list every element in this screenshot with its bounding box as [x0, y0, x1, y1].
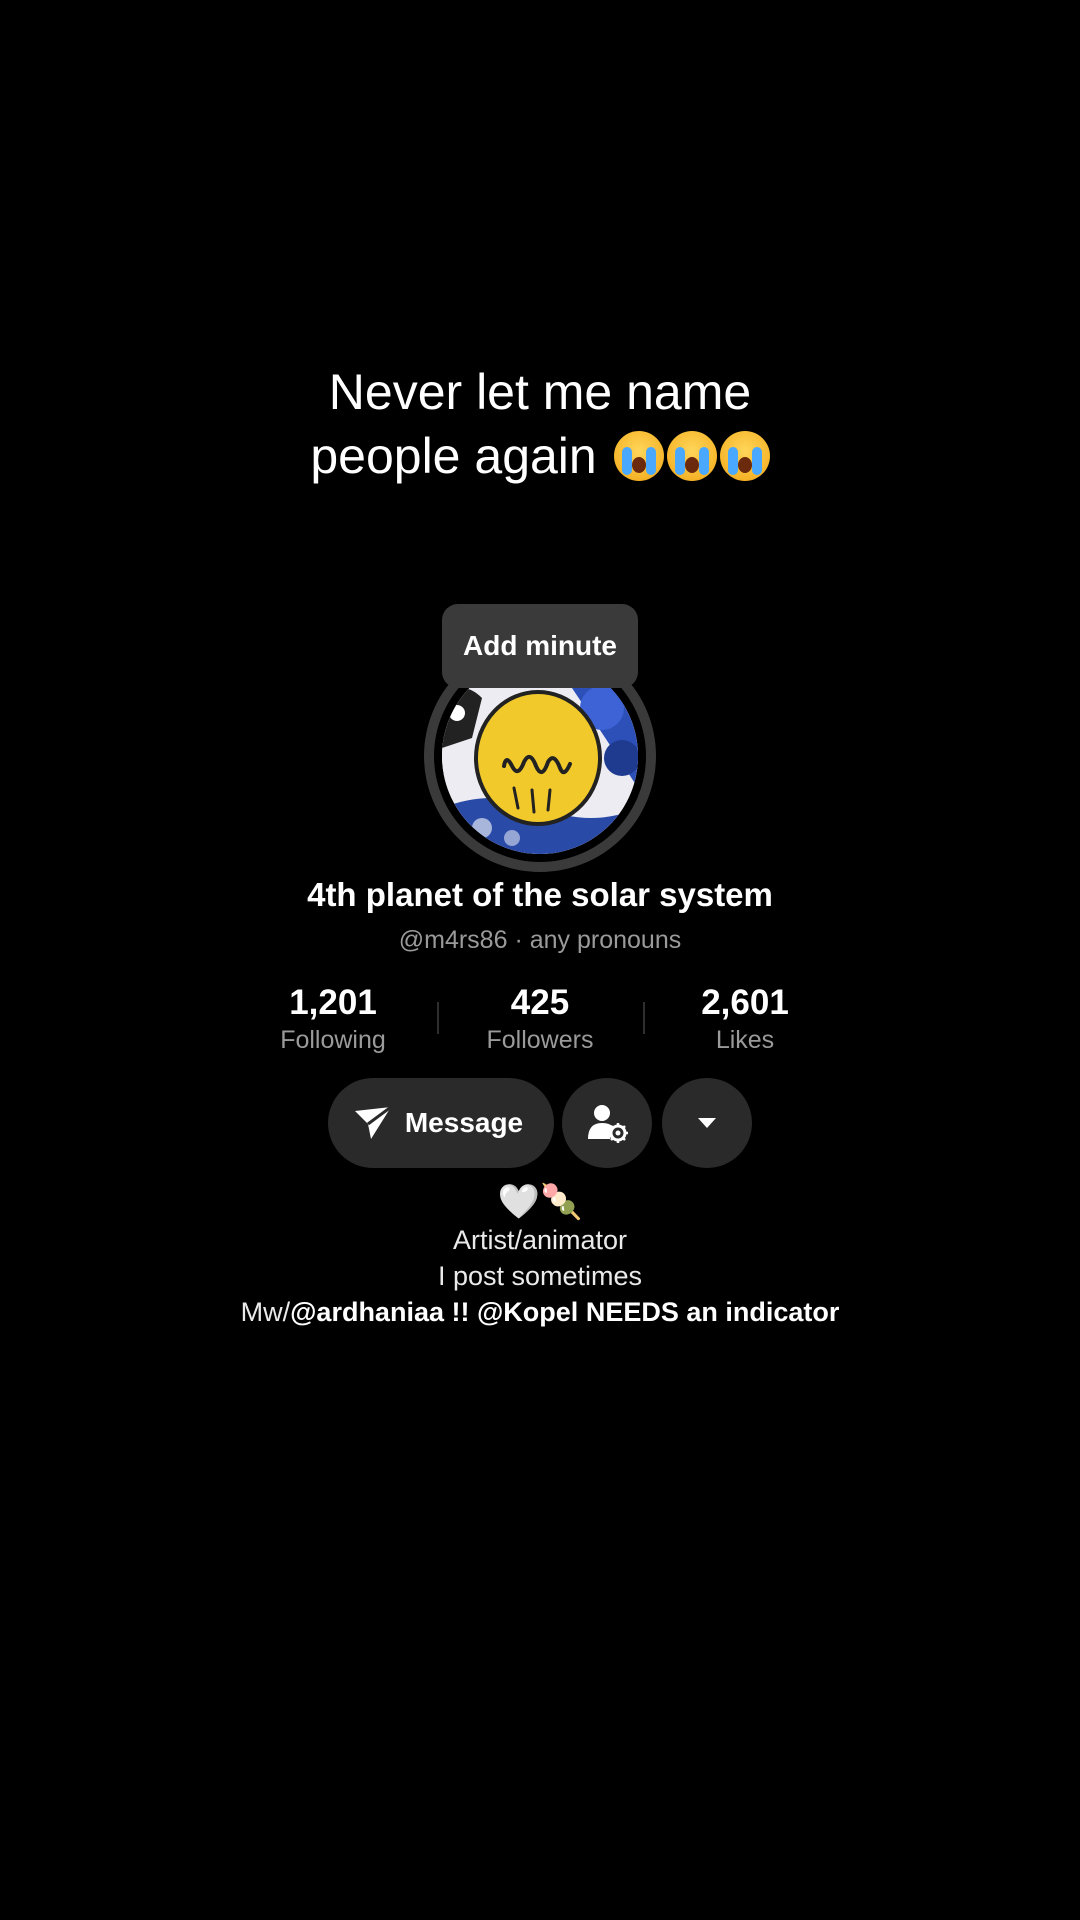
caption-line-2: people again — [0, 424, 1080, 488]
stat-likes[interactable]: 2,601 Likes — [645, 982, 845, 1056]
profile-name: 4th planet of the solar system — [307, 876, 773, 913]
profile-bio: 🤍🍡 Artist/animator I post sometimes Mw/@… — [0, 1182, 1080, 1330]
mention-ardhaniaa[interactable]: @ardhaniaa — [290, 1297, 444, 1327]
followers-label: Followers — [486, 1026, 594, 1054]
separator: · — [514, 926, 523, 954]
bio-suffix: NEEDS an indicator — [578, 1297, 840, 1327]
message-button[interactable]: Message — [328, 1078, 554, 1168]
bio-middle: !! — [443, 1297, 477, 1327]
message-label: Message — [404, 1107, 524, 1138]
caption-line-2-text: people again — [310, 428, 597, 484]
bio-line-1: Artist/animator — [452, 1225, 628, 1255]
stat-followers[interactable]: 425 Followers — [440, 982, 640, 1056]
video-caption: Never let me name people again — [0, 360, 1080, 488]
add-minute-tooltip[interactable]: Add minute — [442, 604, 638, 688]
profile-stats: 1,201 Following 425 Followers 2,601 Like… — [0, 982, 1080, 1062]
caption-line-1: Never let me name — [328, 364, 752, 420]
crying-face-icon — [613, 431, 664, 481]
bio-line-3: Mw/@ardhaniaa !! @Kopel NEEDS an indicat… — [0, 1294, 1080, 1330]
profile-pronouns: any pronouns — [529, 926, 682, 954]
paper-plane-icon — [354, 1105, 392, 1139]
followers-count: 425 — [510, 983, 570, 1022]
bio-prefix: Mw/ — [240, 1297, 291, 1327]
user-gear-icon — [588, 1105, 628, 1143]
mention-kopel[interactable]: @Kopel — [477, 1297, 578, 1327]
user-settings-button[interactable] — [562, 1078, 652, 1168]
crying-face-icon — [719, 431, 770, 481]
divider — [437, 1002, 439, 1034]
likes-count: 2,601 — [701, 983, 789, 1022]
following-label: Following — [280, 1026, 386, 1054]
handle-line: @m4rs86 · any pronouns — [0, 926, 1080, 955]
caret-down-icon — [698, 1118, 716, 1128]
profile-handle: @m4rs86 — [398, 926, 508, 954]
bio-line-2: I post sometimes — [437, 1261, 643, 1291]
likes-label: Likes — [715, 1026, 775, 1054]
bio-emojis: 🤍🍡 — [497, 1183, 583, 1221]
stat-following[interactable]: 1,201 Following — [233, 982, 433, 1056]
following-count: 1,201 — [289, 983, 377, 1022]
more-options-button[interactable] — [662, 1078, 752, 1168]
crying-face-icon — [666, 431, 717, 481]
